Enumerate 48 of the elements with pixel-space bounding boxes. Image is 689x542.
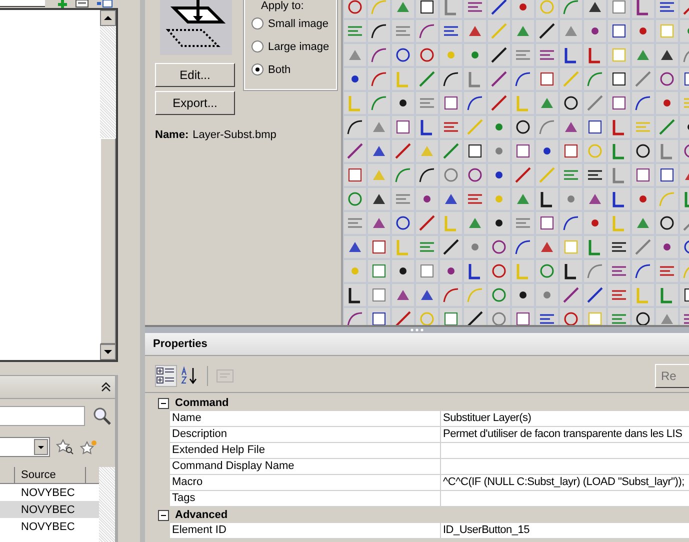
table-row[interactable]: NOVYBEC <box>0 484 100 501</box>
collapse-chevron-icon[interactable] <box>101 382 111 392</box>
property-value[interactable]: Permet d'utiliser de facon transparente dans les LIS <box>441 427 689 443</box>
property-name: Extended Help File <box>170 443 441 459</box>
property-name: Command Display Name <box>170 459 441 475</box>
table-cell: NOVYBEC <box>21 486 75 498</box>
category-label: Command <box>175 397 229 409</box>
property-name: Description <box>170 427 441 443</box>
text-field[interactable] <box>0 0 45 7</box>
table-cell: NOVYBEC <box>21 520 75 532</box>
list-icon[interactable] <box>97 0 113 8</box>
radio-option[interactable]: Large image <box>251 35 336 58</box>
plus-icon[interactable] <box>58 0 67 8</box>
property-name: Name <box>170 411 441 427</box>
radio-option[interactable]: Both <box>251 58 336 81</box>
search-icon[interactable] <box>93 407 111 425</box>
scrollbar[interactable] <box>99 467 115 542</box>
export-button[interactable]: Export... <box>155 91 235 115</box>
property-value[interactable]: Substituer Layer(s) <box>441 411 689 427</box>
category-label: Advanced <box>175 509 228 521</box>
radio-button[interactable] <box>251 63 264 76</box>
search-field[interactable] <box>0 406 85 426</box>
property-name: Tags <box>170 491 441 507</box>
dropdown[interactable] <box>0 437 50 457</box>
field-label: Name: <box>155 129 189 141</box>
star-sparkle-icon[interactable] <box>80 439 98 455</box>
property-name: Element ID <box>170 523 441 539</box>
edit-button[interactable]: Edit... <box>155 63 235 87</box>
radio-button[interactable] <box>251 40 264 53</box>
file-name: Layer-Subst.bmp <box>192 129 276 141</box>
splitter-grip-icon[interactable] <box>410 328 424 332</box>
property-value[interactable]: ^C^C(IF (NULL C:Subst_layr) (LOAD "Subst_layr")); <box>441 475 689 491</box>
scrollbar[interactable] <box>100 10 116 360</box>
panel-title: Properties <box>145 333 689 356</box>
group-title: Apply to: <box>260 0 305 12</box>
scroll-thumb[interactable] <box>100 138 116 344</box>
radio-button[interactable] <box>251 17 264 30</box>
star-search-icon[interactable] <box>56 439 74 455</box>
window-icon[interactable] <box>75 0 89 8</box>
radio-option[interactable]: Small image <box>251 12 336 35</box>
collapse-icon[interactable] <box>158 510 169 520</box>
property-value[interactable]: ID_UserButton_15 <box>441 523 689 539</box>
table-row[interactable]: NOVYBEC <box>0 501 100 518</box>
collapse-icon[interactable] <box>158 398 169 408</box>
table-row[interactable]: NOVYBEC <box>0 518 100 535</box>
categorized-view-icon[interactable] <box>156 366 176 386</box>
property-name: Macro <box>170 475 441 491</box>
table-cell: NOVYBEC <box>21 504 75 516</box>
